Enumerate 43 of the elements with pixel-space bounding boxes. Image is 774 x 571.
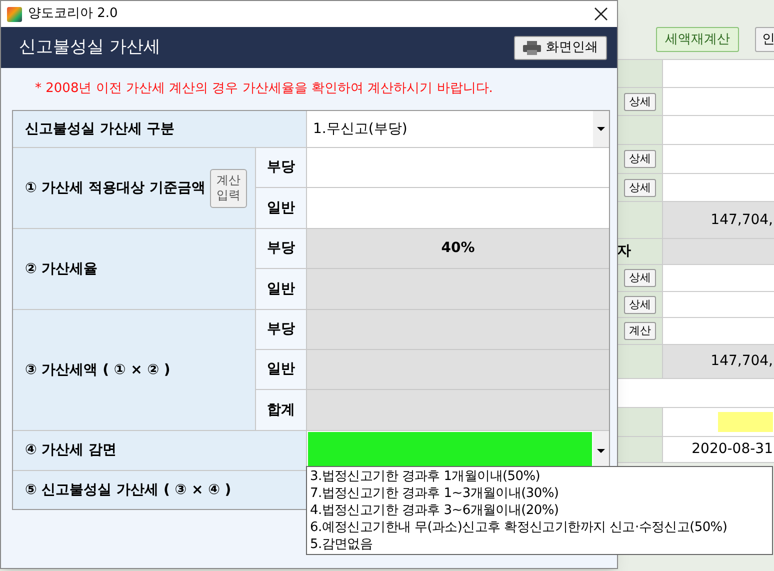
- dropdown-option[interactable]: 6.예정신고기한내 무(과소)신고후 확정신고기한까지 신고·수정신고(50%): [307, 519, 772, 536]
- field-label: ⑤ 신고불성실 가산세 ( ③ × ④ ): [25, 480, 232, 500]
- recalculate-button[interactable]: 세액재계산: [656, 27, 739, 52]
- sub-label: 부당: [267, 158, 295, 177]
- printer-icon: [523, 40, 541, 54]
- print-button[interactable]: 인: [755, 27, 774, 52]
- row-label: 자: [617, 242, 631, 261]
- dialog-title: 신고불성실 가산세: [19, 36, 160, 59]
- sub-label: 일반: [267, 280, 295, 298]
- field-label: 신고불성실 가산세 구분: [25, 120, 175, 138]
- sub-label: 부당: [267, 320, 295, 339]
- dropdown-option[interactable]: 4.법정신고기한 경과후 3~6개월이내(20%): [307, 502, 772, 519]
- cell-value: 147,704,: [710, 352, 773, 371]
- cell-value: 2020-08-31: [692, 440, 773, 459]
- section-label: ① 가산세 적용대상 기준금액: [25, 178, 206, 198]
- sub-label: 일반: [267, 198, 295, 218]
- input-field[interactable]: [307, 188, 609, 228]
- section-label: ② 가산세율: [25, 260, 98, 278]
- input-field[interactable]: [307, 148, 609, 187]
- app-logo-icon: [7, 6, 22, 22]
- detail-button[interactable]: 상세: [624, 269, 656, 287]
- print-screen-button[interactable]: 화면인쇄: [514, 36, 607, 60]
- type-dropdown[interactable]: 1.무신고(부당): [307, 111, 609, 147]
- sub-label: 합계: [267, 400, 295, 420]
- detail-button[interactable]: 계산: [624, 322, 656, 340]
- dropdown-option[interactable]: 5.감면없음: [307, 536, 772, 553]
- field-label: ④ 가산세 감면: [25, 441, 117, 460]
- caret-icon: [593, 111, 609, 147]
- section-label: ③ 가산세액 ( ① × ② ): [25, 360, 170, 380]
- detail-button[interactable]: 상세: [624, 296, 656, 314]
- dropdown-option[interactable]: 3.법정신고기한 경과후 1개월이내(50%): [307, 468, 772, 485]
- detail-button[interactable]: 상세: [624, 150, 656, 168]
- window-title: 양도코리아 2.0: [28, 5, 118, 24]
- detail-button[interactable]: 상세: [624, 92, 656, 110]
- cell-value: 147,704,: [710, 210, 773, 230]
- dropdown-option[interactable]: 7.법정신고기한 경과후 1~3개월이내(30%): [307, 485, 772, 502]
- notice-text: * 2008년 이전 가산세 계산의 경우 가산세율을 확인하여 계산하시기 바랍니다.: [35, 80, 493, 98]
- sub-label: 부당: [267, 239, 295, 258]
- highlight-mark: [718, 412, 773, 432]
- sub-label: 일반: [267, 360, 295, 379]
- detail-button[interactable]: 상세: [624, 178, 656, 196]
- calculate-input-button[interactable]: 계산 입력: [210, 168, 247, 208]
- cell-value: 40%: [441, 239, 475, 258]
